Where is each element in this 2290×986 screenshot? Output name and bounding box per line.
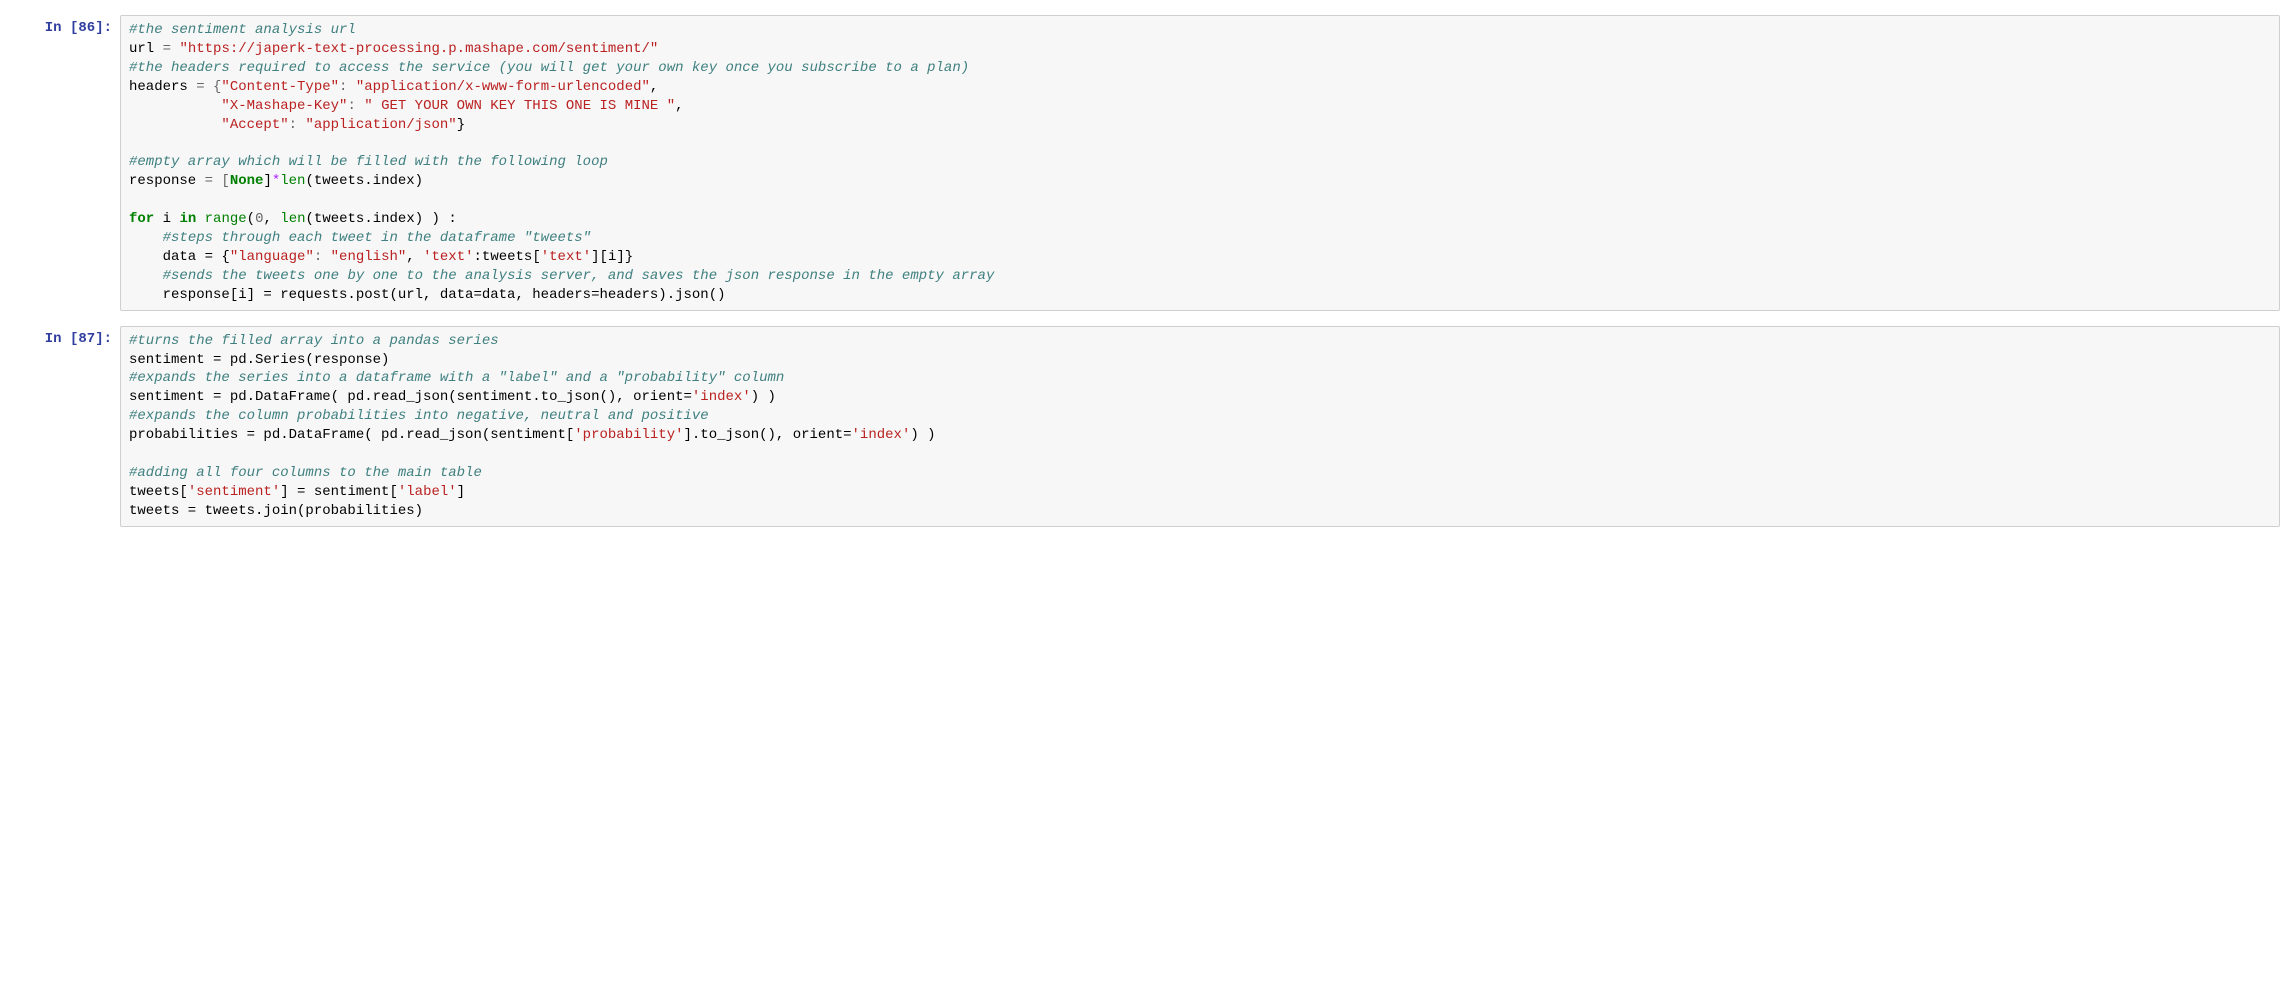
string-literal: "https://japerk-text-processing.p.mashap… [179,41,658,57]
code-text: headers [129,79,188,95]
keyword: for [129,211,154,227]
code-text: ] [263,173,271,189]
code-text: : [314,249,331,265]
comment: #expands the series into a dataframe wit… [129,370,784,386]
notebook-cell: In [87]: #turns the filled array into a … [10,326,2280,527]
string-literal: " GET YOUR OWN KEY THIS ONE IS MINE " [364,98,675,114]
comment: #adding all four columns to the main tab… [129,465,482,481]
code-text: (tweets.index) ) : [306,211,457,227]
code-text: tweets[ [129,484,188,500]
code-text [129,98,221,114]
code-text: : [347,98,364,114]
string-literal: "language" [230,249,314,265]
code-text: ( [247,211,255,227]
code-text: :tweets[ [474,249,541,265]
comment: #turns the filled array into a pandas se… [129,333,499,349]
string-literal: 'index' [852,427,911,443]
comment: #empty array which will be filled with t… [129,154,608,170]
notebook-cell: In [86]: #the sentiment analysis url url… [10,15,2280,311]
code-text: sentiment = pd.Series(response) [129,352,389,368]
code-text: , [650,79,658,95]
code-text: ].to_json(), orient= [684,427,852,443]
code-text: } [457,117,465,133]
comment: #the headers required to access the serv… [129,60,969,76]
string-literal: 'text' [423,249,473,265]
builtin: len [280,173,305,189]
comment: #the sentiment analysis url [129,22,356,38]
string-literal: 'label' [398,484,457,500]
code-text: = { [188,79,222,95]
keyword: None [230,173,264,189]
code-input[interactable]: #turns the filled array into a pandas se… [120,326,2280,527]
string-literal: "application/json" [305,117,456,133]
code-text: = [ [196,173,230,189]
code-text: , [675,98,683,114]
code-text [129,268,163,284]
code-text: ) ) [910,427,935,443]
input-prompt: In [87]: [10,326,120,352]
builtin: range [196,211,246,227]
string-literal: "Accept" [221,117,288,133]
input-prompt: In [86]: [10,15,120,41]
code-text: : [289,117,306,133]
code-text: (tweets.index) [305,173,423,189]
code-text: response[i] = requests.post(url, data=da… [129,287,726,303]
code-text: url [129,41,154,57]
string-literal: "Content-Type" [221,79,339,95]
code-text: ] = sentiment[ [280,484,398,500]
code-text [129,117,221,133]
string-literal: "application/x-www-form-urlencoded" [356,79,650,95]
comment: #steps through each tweet in the datafra… [163,230,591,246]
comment: #expands the column probabilities into n… [129,408,709,424]
code-text [129,230,163,246]
string-literal: 'text' [541,249,591,265]
code-text: sentiment = pd.DataFrame( pd.read_json(s… [129,389,692,405]
code-text: : [339,79,356,95]
code-text: tweets = tweets.join(probabilities) [129,503,423,519]
code-text: ][i]} [591,249,633,265]
code-text: i [154,211,179,227]
builtin: len [280,211,305,227]
string-literal: 'sentiment' [188,484,280,500]
operator: * [272,173,280,189]
keyword: in [179,211,196,227]
comment: #sends the tweets one by one to the anal… [163,268,995,284]
code-text: data = { [129,249,230,265]
code-text: , [263,211,280,227]
string-literal: 'probability' [574,427,683,443]
code-text: probabilities = pd.DataFrame( pd.read_js… [129,427,574,443]
code-text: response [129,173,196,189]
code-text: , [406,249,423,265]
code-text: ] [457,484,465,500]
string-literal: 'index' [692,389,751,405]
code-input[interactable]: #the sentiment analysis url url = "https… [120,15,2280,311]
string-literal: "X-Mashape-Key" [221,98,347,114]
code-text: ) ) [751,389,776,405]
string-literal: "english" [331,249,407,265]
code-text: = [154,41,179,57]
